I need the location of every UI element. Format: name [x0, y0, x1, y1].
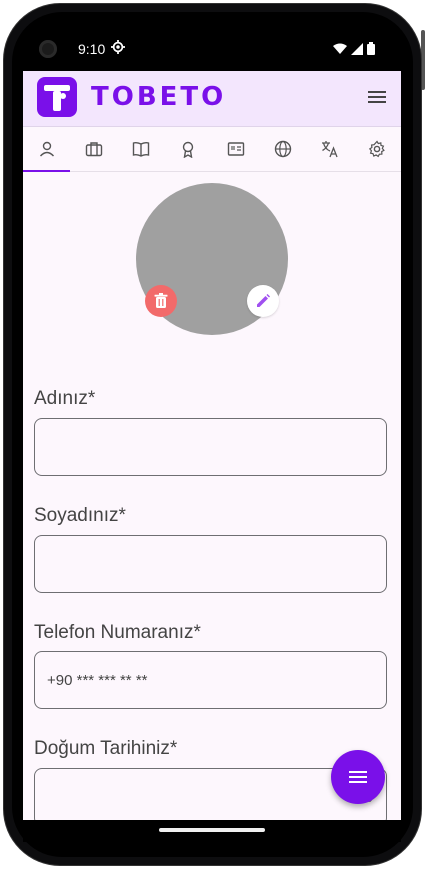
tab-social-media[interactable] — [259, 127, 306, 171]
menu-icon[interactable] — [367, 87, 387, 107]
app-screen: 9:10 TOBETO Adınız* Soyadınız* Telefon N… — [23, 33, 401, 820]
fab-menu-button[interactable] — [331, 750, 385, 804]
person-icon — [39, 141, 54, 157]
certificate-icon — [227, 142, 244, 156]
settings-icon — [369, 140, 386, 158]
tab-personal-info[interactable] — [23, 127, 71, 172]
status-icons — [333, 42, 375, 55]
phone-label: Telefon Numaranız* — [34, 622, 201, 643]
book-icon — [132, 141, 150, 157]
pencil-icon — [257, 294, 270, 307]
tab-skills[interactable] — [165, 127, 212, 171]
tab-certificates[interactable] — [212, 127, 259, 171]
phone-field[interactable] — [34, 651, 387, 709]
translate-icon — [322, 141, 338, 158]
profile-avatar-section — [136, 183, 288, 335]
first-name-field[interactable] — [34, 418, 387, 476]
menu-icon — [349, 771, 367, 783]
last-name-field[interactable] — [34, 535, 387, 593]
battery-icon — [367, 42, 375, 55]
system-navigation-bar — [23, 820, 401, 842]
tab-experience[interactable] — [70, 127, 117, 171]
tobeto-logo[interactable]: TOBETO — [37, 77, 226, 117]
status-bar: 9:10 — [23, 33, 401, 71]
first-name-label: Adınız* — [34, 388, 96, 409]
trash-icon — [154, 293, 168, 308]
wifi-icon — [333, 43, 347, 54]
device-side-button — [421, 30, 425, 90]
tab-settings[interactable] — [354, 127, 401, 171]
tab-languages[interactable] — [307, 127, 354, 171]
app-bar: TOBETO — [23, 71, 401, 127]
birth-date-label: Doğum Tarihiniz* — [34, 738, 178, 759]
profile-tabs — [23, 127, 401, 172]
edit-photo-button[interactable] — [247, 285, 279, 317]
logo-mark-icon — [37, 77, 77, 117]
last-name-label: Soyadınız* — [34, 505, 126, 526]
briefcase-icon — [85, 142, 103, 157]
front-camera — [39, 40, 57, 58]
globe-icon — [274, 140, 292, 158]
delete-photo-button[interactable] — [145, 285, 177, 317]
signal-icon — [351, 42, 363, 55]
logo-text: TOBETO — [91, 82, 227, 112]
status-time: 9:10 — [78, 41, 106, 57]
award-icon — [183, 141, 194, 158]
home-indicator[interactable] — [159, 828, 265, 832]
tab-education[interactable] — [118, 127, 165, 171]
settings-status-icon — [111, 40, 125, 54]
